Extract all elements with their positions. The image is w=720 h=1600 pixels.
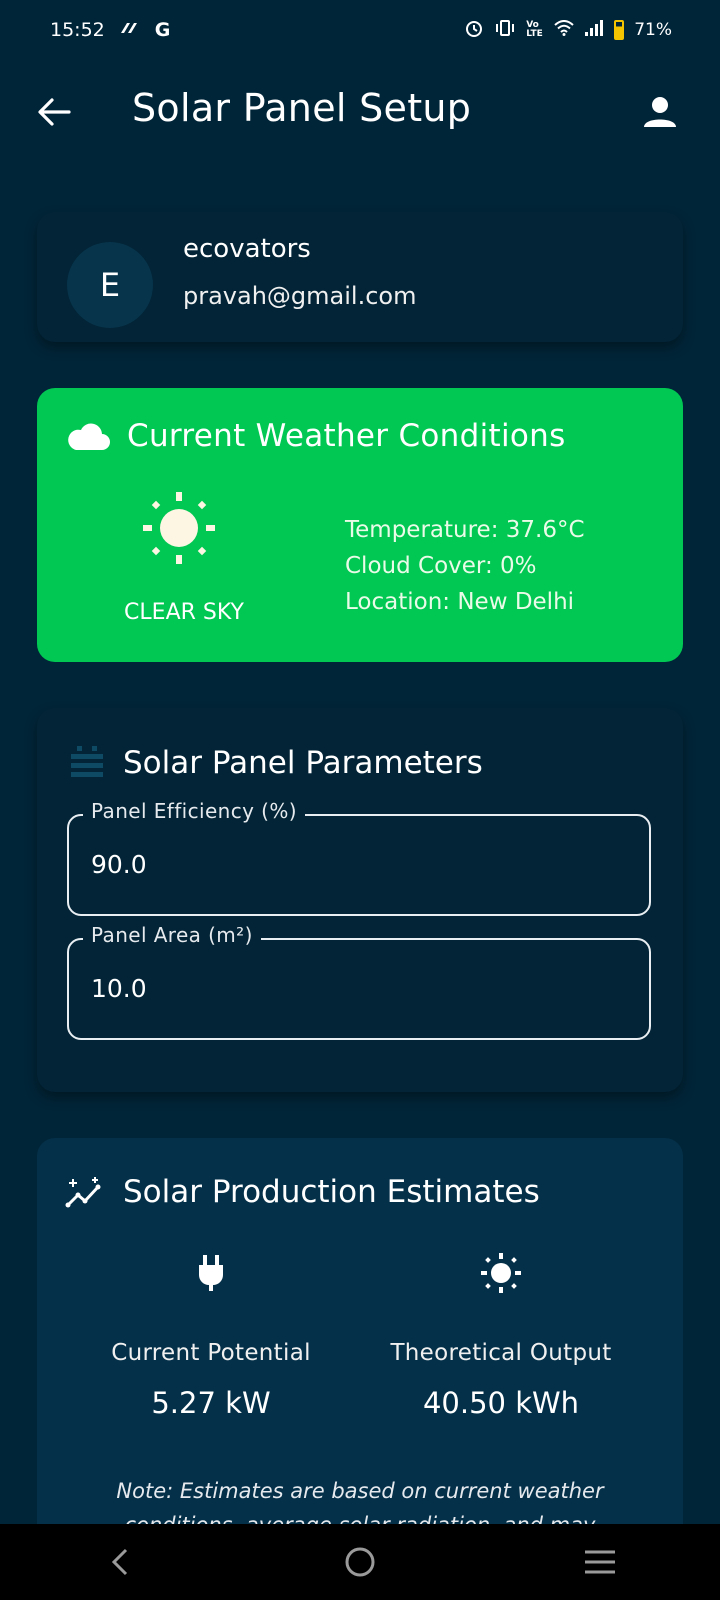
estimates-card: Solar Production Estimates Current Poten… — [37, 1138, 683, 1558]
home-circle-icon — [345, 1547, 375, 1577]
avatar: E — [67, 242, 153, 328]
theoretical-output-value: 40.50 kWh — [422, 1386, 580, 1420]
location-text: Location: New Delhi — [345, 589, 575, 615]
alarm-icon — [464, 18, 484, 43]
weather-card: Current Weather Conditions CLEAR SKY Tem… — [37, 388, 683, 662]
weather-details: Temperature: 37.6°C Cloud Cover: 0% Loca… — [345, 512, 585, 620]
sun-icon — [143, 492, 215, 564]
estimates-title: Solar Production Estimates — [123, 1174, 540, 1210]
insights-icon — [65, 1177, 101, 1208]
parameters-card: Solar Panel Parameters Panel Efficiency … — [37, 708, 683, 1092]
nav-home-button[interactable] — [330, 1532, 390, 1592]
panel-efficiency-input[interactable]: 90.0 — [91, 850, 631, 879]
wifi-icon — [554, 19, 574, 41]
estimates-header: Solar Production Estimates — [65, 1174, 540, 1210]
app-bar: Solar Panel Setup — [0, 72, 720, 152]
panel-area-label: Panel Area (m²) — [83, 923, 261, 947]
weather-header: Current Weather Conditions — [65, 418, 566, 454]
weather-condition: CLEAR SKY — [124, 600, 244, 625]
weather-title: Current Weather Conditions — [127, 418, 566, 454]
plug-icon — [199, 1255, 223, 1291]
vibrate-icon — [494, 19, 516, 42]
user-email: pravah@gmail.com — [183, 282, 417, 310]
arrow-left-icon — [38, 98, 71, 126]
user-card: E ecovators pravah@gmail.com — [37, 212, 683, 342]
signal-icon — [584, 19, 604, 42]
nav-back-button[interactable] — [90, 1532, 150, 1592]
link-icon — [119, 19, 141, 41]
cloud-icon — [68, 423, 110, 450]
volte-icon: Vo LTE — [526, 20, 543, 39]
battery-percent: 71% — [634, 20, 672, 40]
theoretical-output-label: Theoretical Output — [390, 1340, 612, 1366]
parameters-title: Solar Panel Parameters — [123, 745, 483, 781]
panel-efficiency-field[interactable]: Panel Efficiency (%) 90.0 — [67, 799, 651, 916]
back-button[interactable] — [34, 92, 74, 132]
profile-button[interactable] — [638, 90, 682, 134]
current-potential-block: Current Potential 5.27 kW — [71, 1248, 351, 1420]
current-potential-value: 5.27 kW — [151, 1386, 271, 1420]
chevron-left-icon — [111, 1548, 128, 1576]
page-title: Solar Panel Setup — [132, 86, 472, 130]
panel-area-field[interactable]: Panel Area (m²) 10.0 — [67, 923, 651, 1040]
status-bar: 15:52 G Vo LTE 71% — [0, 0, 720, 60]
google-icon: G — [154, 19, 171, 41]
menu-lines-icon — [585, 1550, 615, 1574]
battery-icon — [614, 20, 625, 40]
theoretical-output-block: Theoretical Output 40.50 kWh — [361, 1248, 641, 1420]
temperature-text: Temperature: 37.6°C — [345, 517, 585, 543]
user-name: ecovators — [183, 234, 311, 264]
status-time: 15:52 — [50, 19, 105, 41]
system-nav-bar — [0, 1524, 720, 1600]
parameters-header: Solar Panel Parameters — [69, 744, 483, 782]
panel-area-input[interactable]: 10.0 — [91, 974, 631, 1003]
current-potential-label: Current Potential — [111, 1340, 311, 1366]
panel-efficiency-label: Panel Efficiency (%) — [83, 799, 305, 823]
nav-recents-button[interactable] — [570, 1532, 630, 1592]
sun-small-icon — [481, 1253, 521, 1293]
solar-panel-icon — [71, 746, 103, 777]
cloud-cover-text: Cloud Cover: 0% — [345, 553, 537, 579]
person-icon — [644, 97, 676, 127]
